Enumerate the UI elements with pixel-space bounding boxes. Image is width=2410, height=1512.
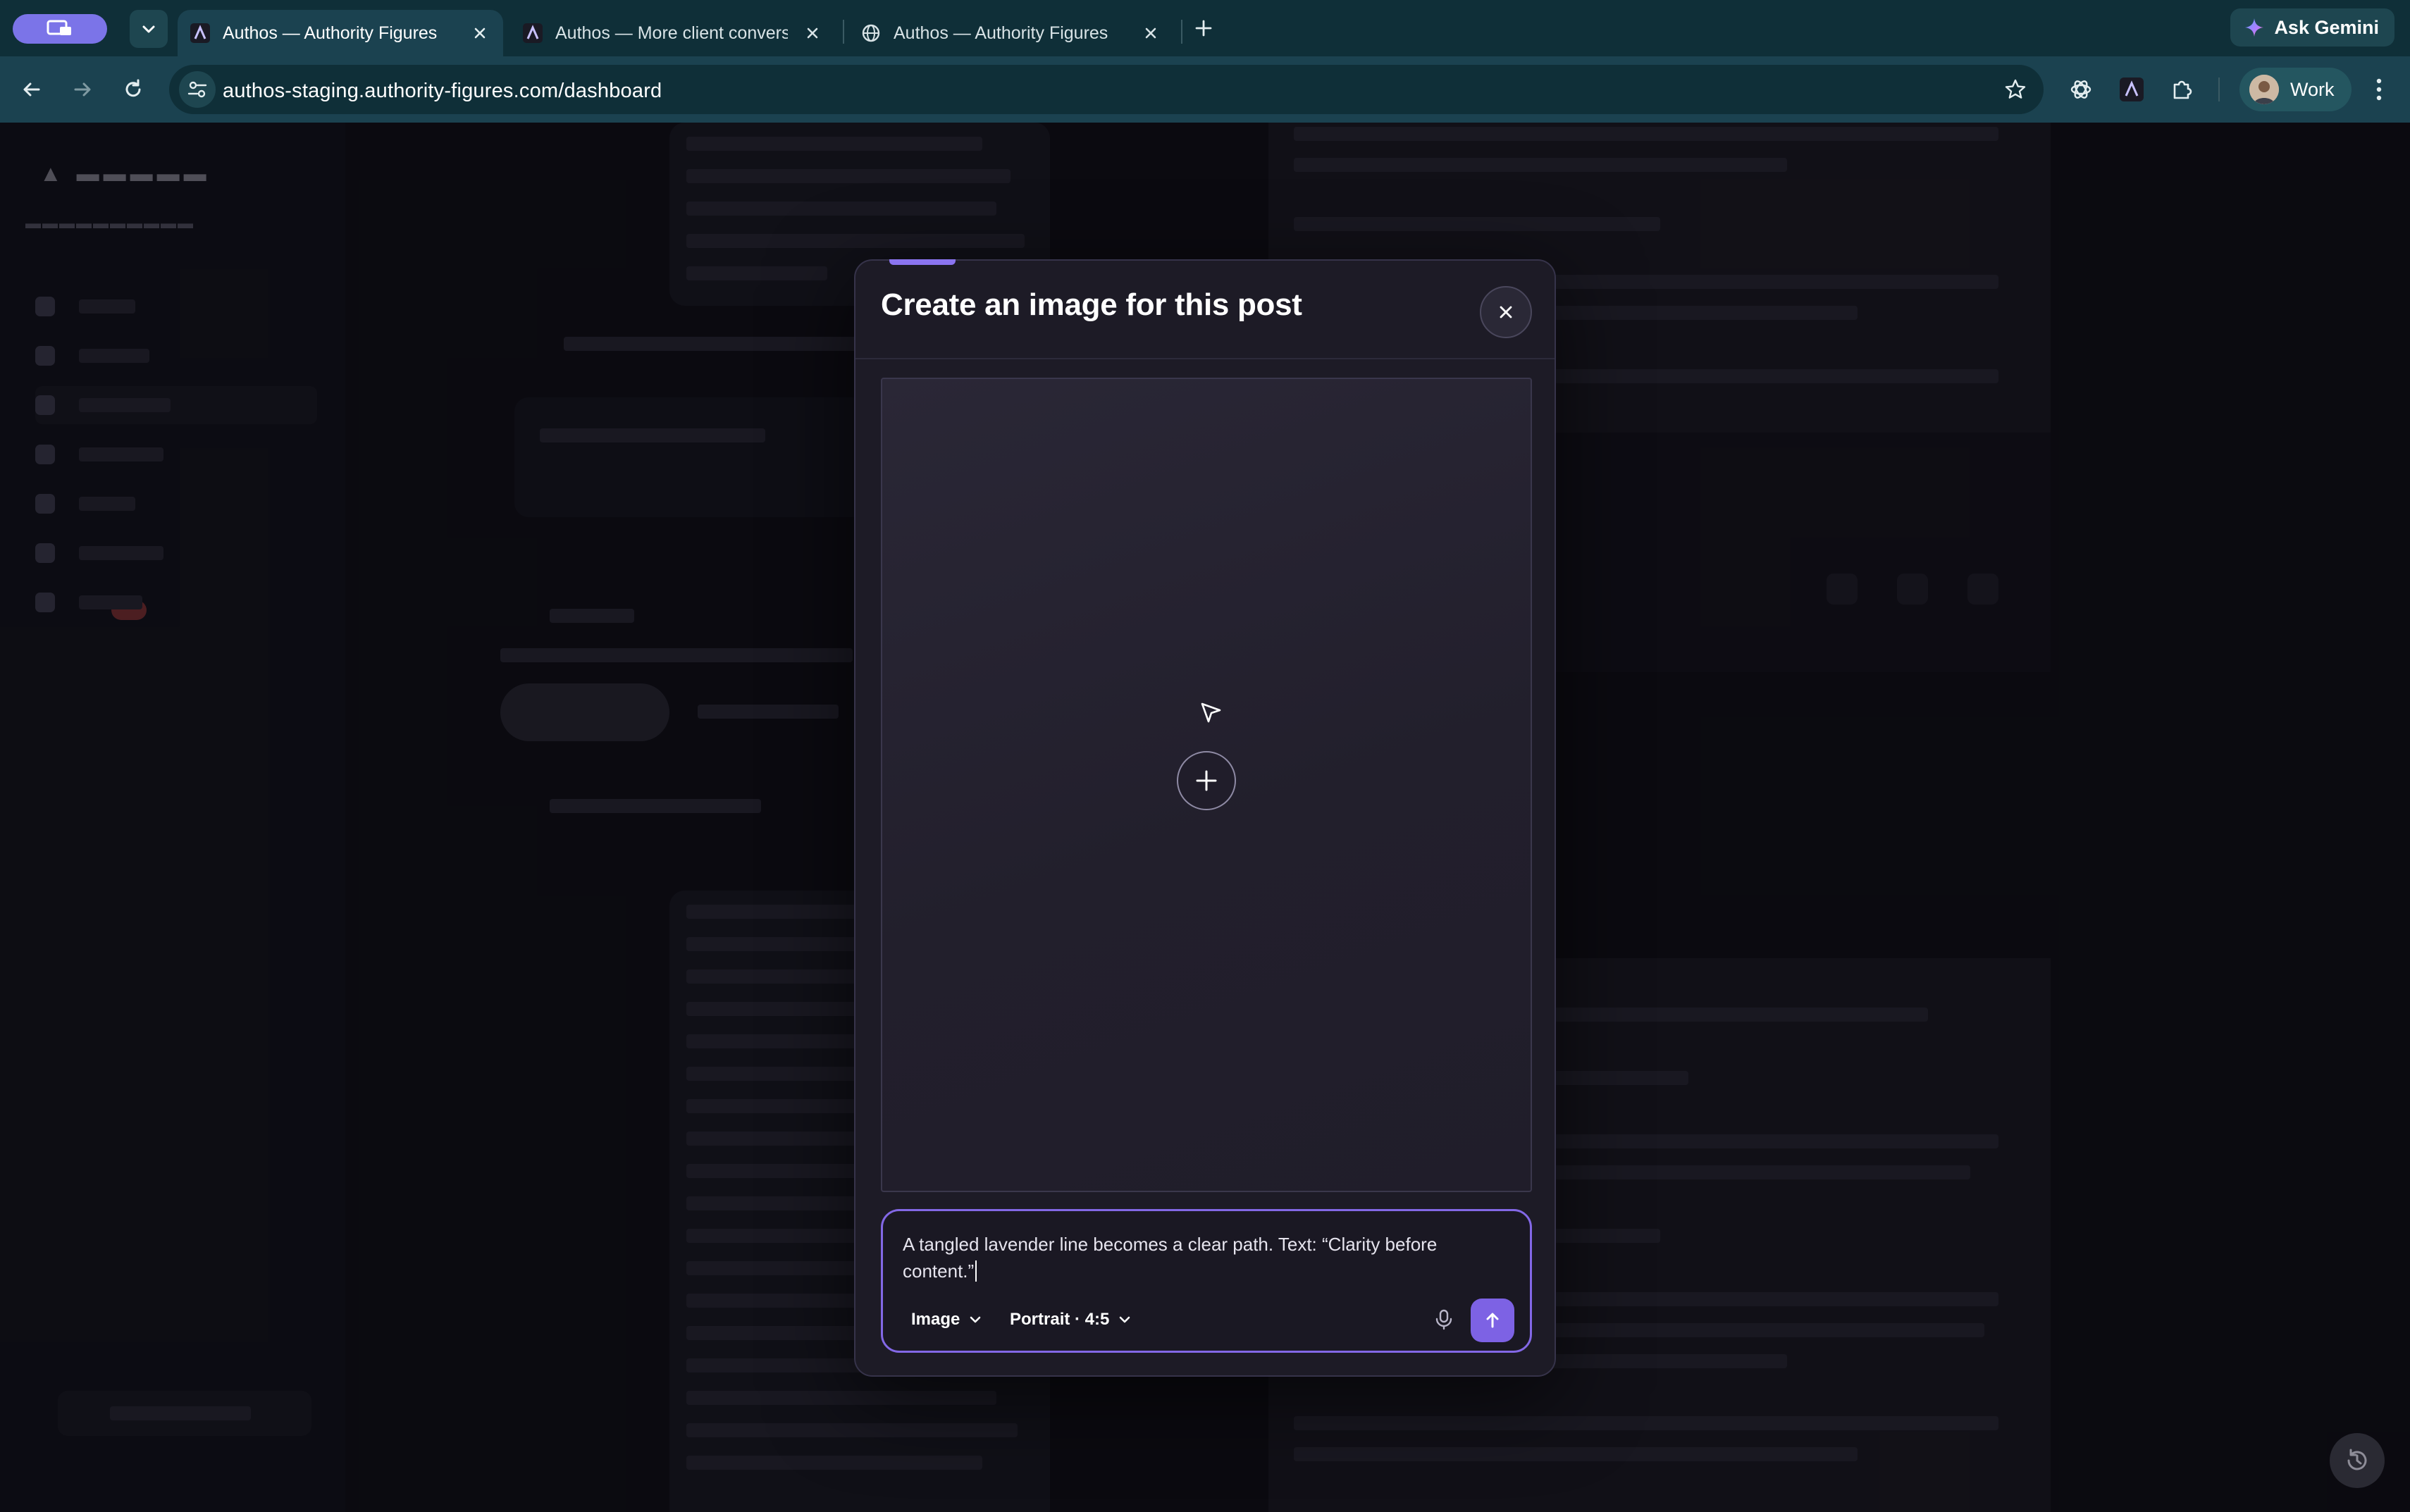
forward-button[interactable] bbox=[63, 70, 101, 109]
reload-button[interactable] bbox=[114, 70, 152, 109]
chevron-down-icon bbox=[142, 25, 155, 33]
history-button[interactable] bbox=[2330, 1433, 2385, 1488]
avatar bbox=[2249, 75, 2279, 104]
tab-separator bbox=[1181, 20, 1182, 44]
mode-label: Image bbox=[911, 1310, 960, 1329]
plus-icon bbox=[1196, 770, 1217, 791]
authos-extension-button[interactable] bbox=[2114, 72, 2149, 107]
cursor-icon bbox=[1201, 702, 1221, 723]
globe-icon bbox=[861, 23, 881, 43]
tab-authos-conversations[interactable]: Authos — More client convers bbox=[510, 10, 836, 56]
url-text: authos-staging.authority-figures.com/das… bbox=[223, 80, 662, 102]
tab-separator bbox=[843, 20, 844, 44]
bookmark-star-button[interactable] bbox=[2003, 77, 2028, 102]
browser-toolbar: authos-staging.authority-figures.com/das… bbox=[0, 56, 2410, 123]
tab-search-button[interactable] bbox=[130, 10, 168, 48]
create-image-modal: Create an image for this post A tangled … bbox=[854, 259, 1556, 1377]
forward-icon bbox=[74, 82, 91, 97]
address-bar[interactable]: authos-staging.authority-figures.com/das… bbox=[169, 65, 2044, 114]
ask-gemini-label: Ask Gemini bbox=[2274, 16, 2379, 38]
tab-title: Authos — Authority Figures bbox=[223, 23, 438, 43]
new-tab-button[interactable] bbox=[1189, 14, 1218, 42]
site-info-button[interactable] bbox=[179, 71, 216, 108]
modal-divider bbox=[855, 358, 1555, 359]
image-preview-canvas[interactable] bbox=[881, 378, 1532, 1192]
chatgpt-extension-button[interactable] bbox=[2063, 72, 2099, 107]
profile-label: Work bbox=[2290, 78, 2335, 100]
close-icon bbox=[1500, 306, 1512, 318]
aspect-ratio-dropdown[interactable]: Portrait · 4:5 bbox=[1010, 1306, 1132, 1334]
close-icon[interactable] bbox=[1140, 23, 1161, 44]
browser-menu-button[interactable] bbox=[2365, 72, 2393, 107]
extensions-button[interactable] bbox=[2165, 72, 2200, 107]
kebab-icon bbox=[2376, 78, 2382, 101]
tab-authos-active[interactable]: Authos — Authority Figures bbox=[178, 10, 503, 56]
back-button[interactable] bbox=[13, 70, 51, 109]
ask-gemini-button[interactable]: Ask Gemini bbox=[2230, 8, 2394, 47]
close-icon[interactable] bbox=[802, 23, 823, 44]
toolbar-separator bbox=[2218, 78, 2220, 101]
plus-icon bbox=[1195, 20, 1212, 37]
browser-tab-strip: Authos — Authority Figures Authos — More… bbox=[0, 0, 2410, 56]
prompt-composer[interactable]: A tangled lavender line becomes a clear … bbox=[881, 1209, 1532, 1353]
mode-dropdown[interactable]: Image bbox=[911, 1306, 982, 1334]
back-icon bbox=[23, 82, 40, 97]
authos-logo-icon bbox=[523, 23, 543, 43]
mic-icon bbox=[1435, 1309, 1452, 1330]
modal-accent-bar bbox=[889, 259, 956, 265]
text-caret bbox=[975, 1260, 977, 1282]
send-arrow-icon bbox=[1486, 1313, 1499, 1328]
prompt-value: A tangled lavender line becomes a clear … bbox=[903, 1234, 1438, 1282]
profile-chip[interactable]: Work bbox=[2239, 68, 2352, 111]
add-image-button[interactable] bbox=[1177, 751, 1236, 810]
modal-title: Create an image for this post bbox=[881, 287, 1302, 322]
close-modal-button[interactable] bbox=[1480, 286, 1532, 338]
gemini-icon bbox=[2245, 18, 2264, 37]
history-icon bbox=[2347, 1449, 2367, 1470]
site-info-icon bbox=[187, 81, 207, 98]
chevron-down-icon bbox=[970, 1316, 981, 1323]
authos-logo-icon bbox=[190, 23, 210, 43]
voice-input-button[interactable] bbox=[1430, 1306, 1458, 1334]
tab-title: Authos — More client convers bbox=[555, 23, 788, 43]
authos-logo-icon bbox=[2120, 78, 2144, 101]
prompt-input[interactable]: A tangled lavender line becomes a clear … bbox=[903, 1231, 1509, 1284]
tab-title: Authos — Authority Figures bbox=[894, 23, 1108, 43]
reload-icon bbox=[125, 79, 141, 97]
send-button[interactable] bbox=[1471, 1299, 1514, 1342]
close-icon[interactable] bbox=[469, 23, 490, 44]
chevron-down-icon bbox=[1120, 1316, 1130, 1323]
aspect-ratio-label: Portrait · 4:5 bbox=[1010, 1310, 1110, 1329]
openai-icon bbox=[2070, 80, 2091, 99]
tab-authos-figures[interactable]: Authos — Authority Figures bbox=[848, 10, 1174, 56]
star-icon bbox=[2005, 79, 2026, 99]
extensions-icon bbox=[2173, 80, 2192, 99]
tab-list-icon bbox=[47, 20, 71, 35]
tab-group-pill[interactable] bbox=[13, 14, 107, 44]
